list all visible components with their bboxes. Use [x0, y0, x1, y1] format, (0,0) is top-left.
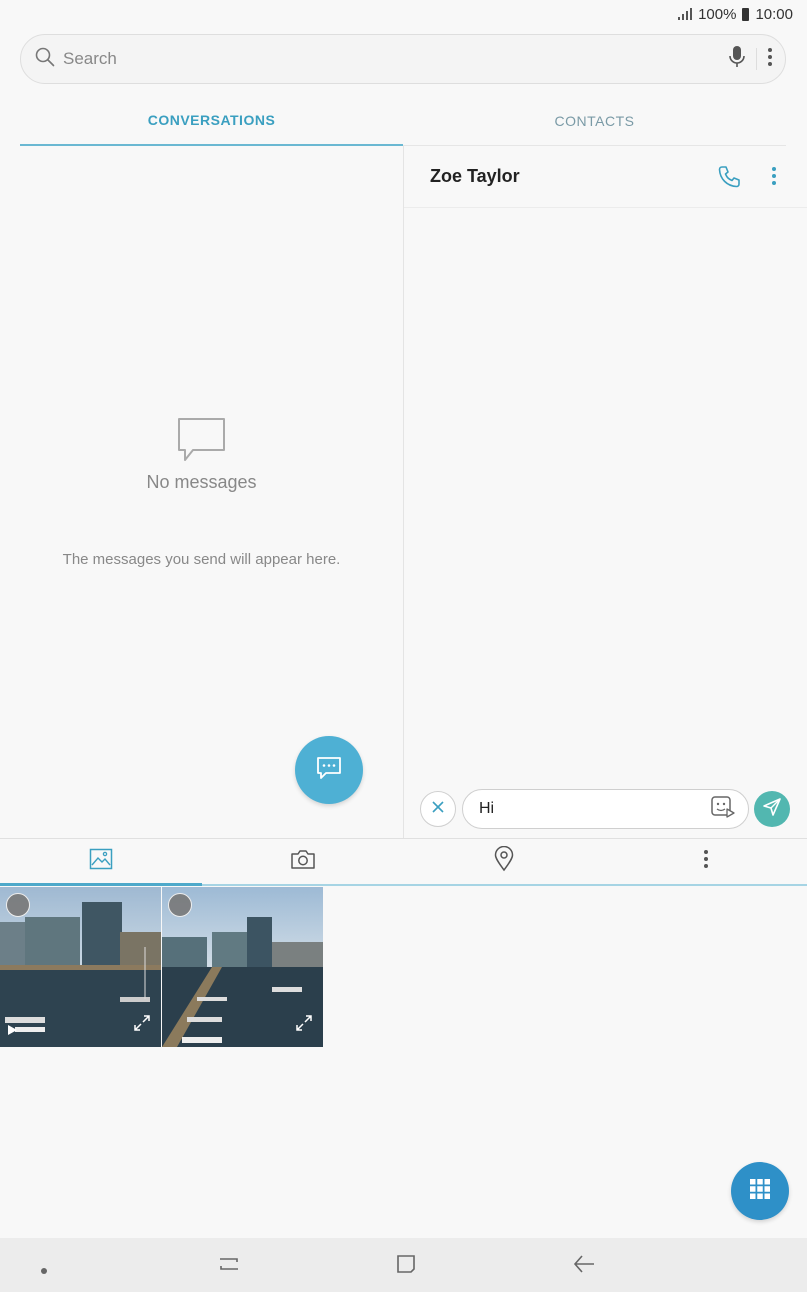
message-input[interactable]: Hi: [462, 789, 749, 829]
gallery-icon: [89, 848, 113, 875]
compose-message-icon: [315, 755, 343, 786]
conversation-header: Zoe Taylor: [404, 146, 807, 208]
microphone-icon[interactable]: [728, 45, 746, 74]
gallery-thumbnail[interactable]: [162, 887, 323, 1047]
attach-tab-gallery[interactable]: [0, 839, 202, 886]
keypad-grid-icon: [748, 1177, 772, 1206]
select-checkbox[interactable]: [168, 893, 192, 917]
battery-icon: [742, 7, 750, 21]
conversation-more-icon[interactable]: [771, 166, 777, 191]
location-icon: [493, 845, 515, 877]
keypad-button[interactable]: [731, 1162, 789, 1220]
gallery-thumbnail[interactable]: [0, 887, 161, 1047]
search-input[interactable]: Search: [63, 49, 728, 69]
tab-contacts[interactable]: CONTACTS: [403, 96, 786, 146]
empty-state-title: No messages: [146, 472, 257, 492]
gallery-grid: [0, 887, 807, 1047]
conversation-list: No messages The messages you send will a…: [0, 146, 403, 838]
nav-dot-icon[interactable]: [40, 1262, 48, 1280]
attach-tab-more[interactable]: [605, 839, 807, 884]
send-icon: [762, 797, 782, 822]
clock: 10:00: [755, 5, 793, 23]
tab-bar: CONVERSATIONS CONTACTS: [20, 96, 786, 146]
navigation-bar: [0, 1238, 807, 1292]
search-icon: [35, 47, 55, 72]
recent-apps-icon[interactable]: [218, 1253, 240, 1280]
expand-icon[interactable]: [295, 1014, 313, 1037]
search-divider: [756, 48, 757, 70]
select-checkbox[interactable]: [6, 893, 30, 917]
play-icon: [6, 1023, 18, 1041]
attachment-bar: [0, 838, 807, 886]
more-options-icon[interactable]: [767, 47, 773, 72]
search-bar[interactable]: Search: [20, 34, 786, 84]
attach-tab-location[interactable]: [404, 839, 606, 884]
phone-icon[interactable]: [717, 165, 741, 194]
sticker-icon[interactable]: [710, 795, 736, 824]
battery-percent: 100%: [698, 5, 737, 23]
message-composer: Hi: [420, 788, 798, 830]
tab-conversations[interactable]: CONVERSATIONS: [20, 96, 403, 146]
back-icon[interactable]: [572, 1253, 596, 1280]
signal-icon: [678, 8, 693, 20]
empty-state-subtitle: The messages you send will appear here.: [62, 551, 341, 568]
compose-button[interactable]: [295, 736, 363, 804]
home-icon[interactable]: [395, 1253, 417, 1280]
attach-tab-camera[interactable]: [202, 839, 404, 884]
message-input-text[interactable]: Hi: [479, 800, 710, 818]
conversation-pane: Zoe Taylor Hi: [404, 146, 807, 838]
contact-name: Zoe Taylor: [430, 166, 520, 186]
expand-icon[interactable]: [133, 1014, 151, 1037]
send-button[interactable]: [754, 791, 790, 827]
close-icon: [431, 800, 445, 819]
more-icon: [703, 849, 709, 874]
camera-icon: [290, 848, 316, 875]
status-bar: 100% 10:00: [0, 0, 807, 28]
cancel-button[interactable]: [420, 791, 456, 827]
chat-bubble-icon: [176, 416, 228, 471]
